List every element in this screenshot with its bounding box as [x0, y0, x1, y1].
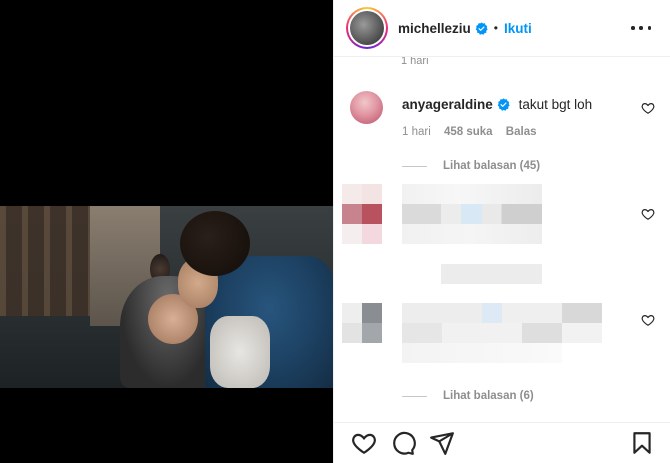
- comment-like-heart-icon[interactable]: [641, 207, 655, 221]
- verified-badge-icon: [497, 98, 510, 111]
- censor-block: [362, 303, 382, 323]
- share-icon[interactable]: [429, 430, 455, 456]
- post-author-avatar[interactable]: [346, 7, 388, 49]
- comments-panel: michelleziu • Ikuti 1 hari anyageraldine…: [333, 0, 670, 463]
- avatar-image: [350, 11, 384, 45]
- view-replies-link[interactable]: Lihat balasan (45): [402, 160, 540, 172]
- more-options-icon[interactable]: [631, 21, 651, 35]
- censor-block: [402, 303, 602, 323]
- replies-line: [402, 395, 427, 397]
- view-replies-link[interactable]: Lihat balasan (6): [402, 390, 534, 402]
- follow-button[interactable]: Ikuti: [504, 21, 532, 36]
- censor-block: [402, 323, 602, 343]
- comment-likes[interactable]: 458 suka: [444, 126, 493, 138]
- censor-block: [342, 303, 362, 323]
- heart-icon[interactable]: [351, 430, 377, 456]
- censor-block: [342, 184, 362, 204]
- comment-text: takut bgt loh: [518, 97, 593, 112]
- censor-block: [402, 343, 562, 363]
- avatar-border: [348, 9, 386, 47]
- comment-like-heart-icon[interactable]: [641, 313, 655, 327]
- view-replies-label: Lihat balasan (6): [443, 390, 534, 402]
- censor-block: [402, 264, 542, 284]
- previous-comment-time: 1 hari: [401, 57, 429, 67]
- verified-badge-icon: [475, 21, 488, 35]
- post-header: michelleziu • Ikuti: [334, 0, 670, 57]
- post-actions-bar: [334, 422, 670, 463]
- post-viewer: michelleziu • Ikuti 1 hari anyageraldine…: [0, 0, 670, 463]
- replies-line: [402, 165, 427, 167]
- censor-block: [402, 184, 542, 204]
- view-replies-label: Lihat balasan (45): [443, 160, 541, 172]
- censor-block: [362, 224, 382, 244]
- comment-body: anyageraldine takut bgt loh: [402, 97, 592, 112]
- comments-list[interactable]: 1 hari anyageraldine takut bgt loh 1 har…: [334, 57, 670, 422]
- comment-like-heart-icon[interactable]: [641, 101, 655, 115]
- censor-block: [402, 204, 542, 224]
- bookmark-icon[interactable]: [629, 430, 655, 456]
- post-author-username[interactable]: michelleziu: [398, 21, 471, 36]
- scene-shirt: [210, 316, 270, 388]
- censor-block: [362, 204, 382, 224]
- video-frame: [0, 206, 333, 388]
- censor-block: [362, 184, 382, 204]
- censor-block: [362, 323, 382, 343]
- commenter-avatar[interactable]: [350, 91, 383, 124]
- commenter-username[interactable]: anyageraldine: [402, 97, 493, 112]
- comment-time[interactable]: 1 hari: [402, 126, 431, 138]
- post-media[interactable]: [0, 0, 333, 463]
- reply-button[interactable]: Balas: [506, 126, 537, 138]
- censor-block: [342, 224, 362, 244]
- header-separator: •: [493, 21, 498, 35]
- comment-meta: 1 hari 458 suka Balas: [402, 126, 546, 138]
- censor-block: [342, 204, 362, 224]
- scene-man-hair: [180, 211, 250, 276]
- background-window: [0, 206, 90, 316]
- censor-block: [342, 323, 362, 343]
- censor-block: [402, 224, 542, 244]
- comment-icon[interactable]: [390, 430, 416, 456]
